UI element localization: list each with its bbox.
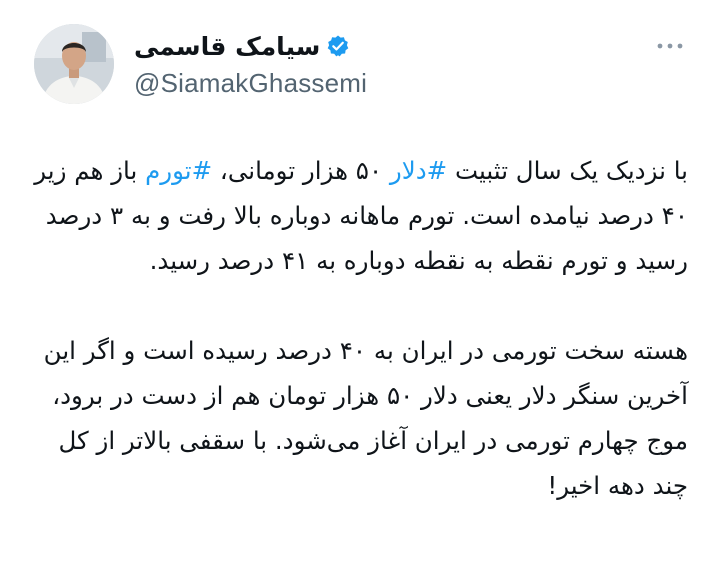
tweet-text: با نزدیک یک سال تثبیت #دلار ۵۰ هزار توما… bbox=[30, 148, 688, 508]
tweet-header: سیامک قاسمی @SiamakGhassemi bbox=[34, 24, 690, 104]
hashtag-link-dollar[interactable]: #دلار bbox=[390, 156, 447, 185]
name-row: سیامک قاسمی bbox=[134, 28, 367, 64]
verified-badge-icon bbox=[326, 34, 350, 58]
author-info: سیامک قاسمی @SiamakGhassemi bbox=[134, 28, 367, 99]
more-options-icon[interactable] bbox=[654, 38, 686, 54]
hashtag-link-inflation[interactable]: #تورم bbox=[145, 156, 212, 185]
tweet-paragraph-2: هسته سخت تورمی در ایران به ۴۰ درصد رسیده… bbox=[43, 336, 688, 500]
tweet-text-segment: ۵۰ هزار تومانی، bbox=[212, 156, 390, 185]
author-display-name[interactable]: سیامک قاسمی bbox=[134, 32, 320, 61]
tweet-text-segment: با نزدیک یک سال تثبیت bbox=[447, 156, 688, 185]
tweet-paragraph-1: با نزدیک یک سال تثبیت #دلار ۵۰ هزار توما… bbox=[30, 148, 688, 283]
avatar[interactable] bbox=[34, 24, 114, 104]
author-handle[interactable]: @SiamakGhassemi bbox=[134, 68, 367, 99]
